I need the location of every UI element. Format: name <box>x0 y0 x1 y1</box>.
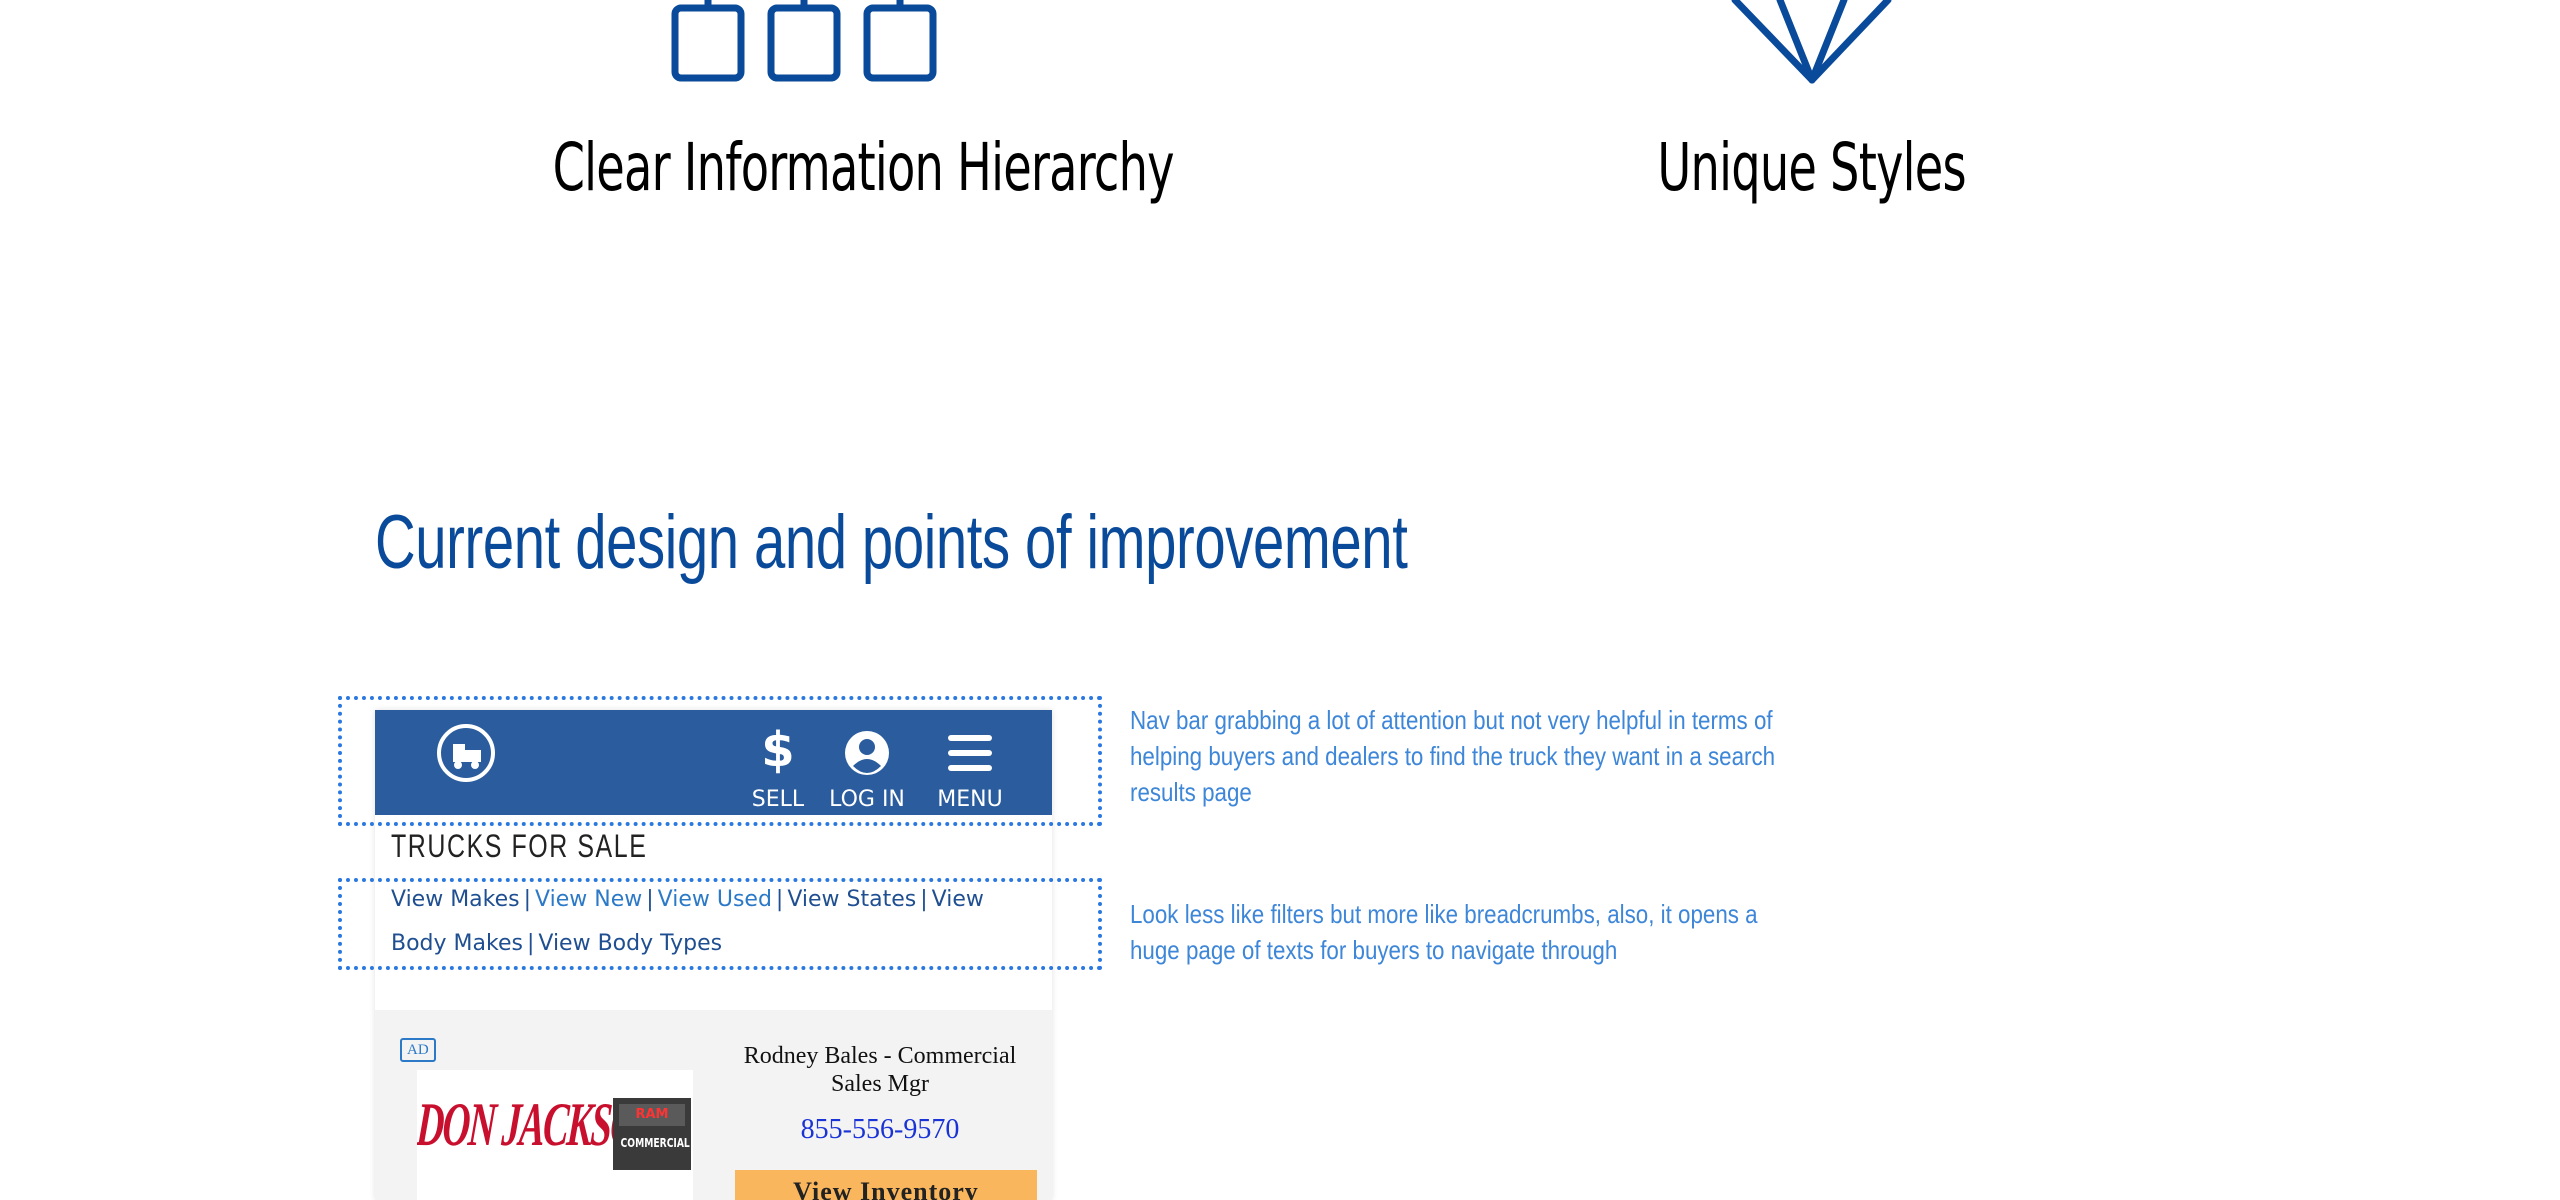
feature-title: Unique Styles <box>1657 129 1966 206</box>
view-inventory-button[interactable]: View Inventory <box>735 1170 1037 1200</box>
hierarchy-boxes-icon <box>671 0 937 82</box>
callout-box-breadcrumbs <box>338 878 1102 970</box>
annotation-breadcrumbs: Look less like filters but more like bre… <box>1130 899 1758 965</box>
diamond-icon <box>1731 0 1892 84</box>
contact-phone-link[interactable]: 855-556-9570 <box>725 1114 1035 1146</box>
ram-badge-top: RAM <box>619 1104 685 1126</box>
contact-name: Rodney Bales - Commercial Sales Mgr <box>743 1043 1017 1097</box>
mockup-page-title: TRUCKS FOR SALE <box>391 828 648 864</box>
feature-title: Clear Information Hierarchy <box>552 129 1175 206</box>
ad-badge: AD <box>400 1038 436 1062</box>
annotation-navbar: Nav bar grabbing a lot of attention but … <box>1130 705 1776 807</box>
dealer-logo[interactable]: DON JACKSON RAM COMMERCIAL <box>417 1070 693 1200</box>
case-study-page: Clear Information Hierarchy Unique Style… <box>0 0 2560 1200</box>
ram-badge-bottom: COMMERCIAL <box>620 1136 690 1150</box>
ram-commercial-badge: RAM COMMERCIAL <box>613 1098 691 1170</box>
section-heading: Current design and points of improvement <box>375 500 1408 585</box>
callout-box-navbar <box>338 696 1102 826</box>
dealer-ad-panel: AD DON JACKSON RAM COMMERCIAL Rodney Bal… <box>375 1010 1052 1200</box>
